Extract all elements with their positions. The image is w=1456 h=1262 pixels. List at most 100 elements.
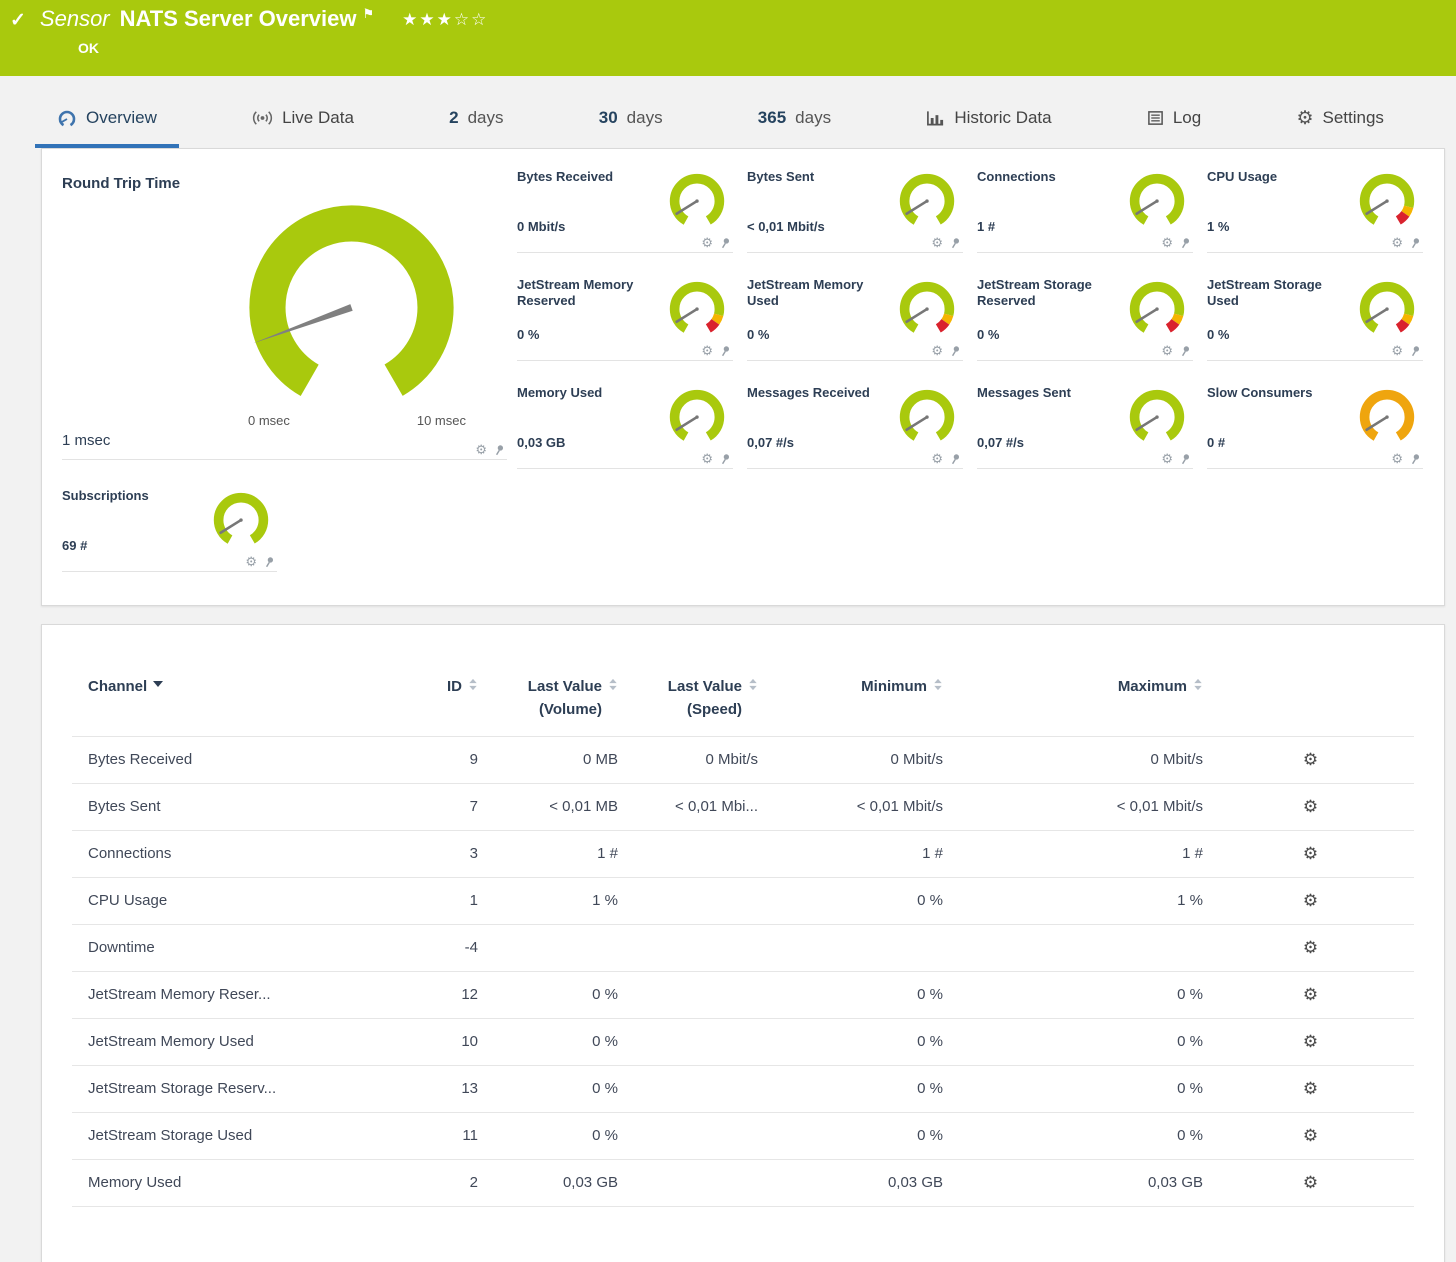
sort-icon[interactable] [748, 678, 758, 691]
table-row[interactable]: JetStream Storage Reserv... 13 0 % 0 % 0… [72, 1065, 1414, 1112]
channel-settings-gear-icon[interactable]: ⚙ [1303, 844, 1318, 863]
tab-historic-data[interactable]: Historic Data [904, 94, 1073, 148]
gauge-bytes-received[interactable]: Bytes Received 0 Mbit/s ⚙ [517, 165, 733, 253]
gauge-subscriptions[interactable]: Subscriptions 69 # ⚙ [62, 484, 277, 572]
pin-icon[interactable] [949, 237, 961, 249]
gauge-jetstream-storage-used[interactable]: JetStream Storage Used 0 % ⚙ [1207, 273, 1423, 361]
column-header-last-value-volume[interactable]: Last Value (Volume) [482, 669, 622, 736]
channel-settings-gear-icon[interactable]: ⚙ [1303, 750, 1318, 769]
channel-settings-gear-icon[interactable]: ⚙ [1303, 985, 1318, 1004]
gauge-cpu-usage[interactable]: CPU Usage 1 % ⚙ [1207, 165, 1423, 253]
table-row[interactable]: CPU Usage 1 1 % 0 % 1 % ⚙ [72, 877, 1414, 924]
channel-name[interactable]: JetStream Storage Used [72, 1112, 372, 1159]
channel-name[interactable]: Downtime [72, 924, 372, 971]
channel-name[interactable]: Bytes Received [72, 736, 372, 783]
channel-id: 12 [372, 971, 482, 1018]
gauge-value: 0,03 GB [517, 435, 565, 450]
table-row[interactable]: Memory Used 2 0,03 GB 0,03 GB 0,03 GB ⚙ [72, 1159, 1414, 1206]
gauge-memory-used[interactable]: Memory Used 0,03 GB ⚙ [517, 381, 733, 469]
table-row[interactable]: JetStream Storage Used 11 0 % 0 % 0 % ⚙ [72, 1112, 1414, 1159]
pin-icon[interactable] [949, 453, 961, 465]
column-header-maximum[interactable]: Maximum [947, 669, 1207, 736]
pin-icon[interactable] [719, 237, 731, 249]
priority-stars[interactable]: ★★★☆☆ [402, 10, 488, 30]
gauge-settings-gear-icon[interactable]: ⚙ [1391, 236, 1403, 249]
gauge-settings-gear-icon[interactable]: ⚙ [1161, 236, 1173, 249]
gauge-settings-gear-icon[interactable]: ⚙ [1161, 452, 1173, 465]
table-row[interactable]: Downtime -4 ⚙ [72, 924, 1414, 971]
pin-icon[interactable] [1409, 453, 1421, 465]
table-row[interactable]: JetStream Memory Used 10 0 % 0 % 0 % ⚙ [72, 1018, 1414, 1065]
channel-name[interactable]: Bytes Sent [72, 783, 372, 830]
pin-icon[interactable] [1409, 345, 1421, 357]
channel-settings-gear-icon[interactable]: ⚙ [1303, 891, 1318, 910]
gauge-jetstream-storage-reserved[interactable]: JetStream Storage Reserved 0 % ⚙ [977, 273, 1193, 361]
tab-log[interactable]: Log [1125, 94, 1223, 148]
gauge-label: Messages Sent [977, 381, 1127, 401]
gauge-settings-gear-icon[interactable]: ⚙ [701, 236, 713, 249]
gauge-messages-sent[interactable]: Messages Sent 0,07 #/s ⚙ [977, 381, 1193, 469]
pin-icon[interactable] [719, 345, 731, 357]
tab-30-days[interactable]: 30 days [577, 94, 685, 148]
gauge-bytes-sent[interactable]: Bytes Sent < 0,01 Mbit/s ⚙ [747, 165, 963, 253]
gauge-settings-gear-icon[interactable]: ⚙ [931, 236, 943, 249]
pin-icon[interactable] [949, 345, 961, 357]
channel-settings-gear-icon[interactable]: ⚙ [1303, 797, 1318, 816]
last-value-speed [622, 877, 762, 924]
pin-icon[interactable] [719, 453, 731, 465]
gauge-jetstream-memory-used[interactable]: JetStream Memory Used 0 % ⚙ [747, 273, 963, 361]
channel-settings-gear-icon[interactable]: ⚙ [1303, 938, 1318, 957]
gauge-slow-consumers[interactable]: Slow Consumers 0 # ⚙ [1207, 381, 1423, 469]
gauge-settings-gear-icon[interactable]: ⚙ [931, 344, 943, 357]
maximum-value: 1 # [947, 830, 1207, 877]
channel-name[interactable]: Connections [72, 830, 372, 877]
channel-name[interactable]: JetStream Memory Reser... [72, 971, 372, 1018]
tab-2-days[interactable]: 2 days [427, 94, 525, 148]
gauge-settings-gear-icon[interactable]: ⚙ [1391, 452, 1403, 465]
pin-icon[interactable] [493, 444, 505, 456]
tab-live-data[interactable]: Live Data [230, 94, 376, 148]
gauge-messages-received[interactable]: Messages Received 0,07 #/s ⚙ [747, 381, 963, 469]
pin-icon[interactable] [1179, 345, 1191, 357]
tab-365-days[interactable]: 365 days [736, 94, 853, 148]
channel-name[interactable]: CPU Usage [72, 877, 372, 924]
channel-name[interactable]: JetStream Storage Reserv... [72, 1065, 372, 1112]
channel-settings-gear-icon[interactable]: ⚙ [1303, 1126, 1318, 1145]
flag-icon[interactable]: ⚑ [362, 6, 374, 22]
gauge-settings-gear-icon[interactable]: ⚙ [475, 443, 487, 456]
channel-name[interactable]: Memory Used [72, 1159, 372, 1206]
gauge-dial [1125, 387, 1189, 445]
pin-icon[interactable] [1179, 237, 1191, 249]
gauge-jetstream-memory-reserved[interactable]: JetStream Memory Reserved 0 % ⚙ [517, 273, 733, 361]
pin-icon[interactable] [263, 556, 275, 568]
round-trip-time-gauge[interactable]: Round Trip Time 0 msec 10 msec 1 msec ⚙ [62, 165, 507, 460]
column-header-last-value-speed[interactable]: Last Value (Speed) [622, 669, 762, 736]
gauge-settings-gear-icon[interactable]: ⚙ [1161, 344, 1173, 357]
gauge-settings-gear-icon[interactable]: ⚙ [701, 452, 713, 465]
gauge-connections[interactable]: Connections 1 # ⚙ [977, 165, 1193, 253]
sort-icon[interactable] [933, 678, 943, 691]
column-label: Minimum [861, 675, 927, 698]
sort-icon[interactable] [1193, 678, 1203, 691]
pin-icon[interactable] [1409, 237, 1421, 249]
table-row[interactable]: Bytes Received 9 0 MB 0 Mbit/s 0 Mbit/s … [72, 736, 1414, 783]
tab-overview[interactable]: Overview [35, 94, 179, 148]
tab-settings[interactable]: ⚙ Settings [1274, 94, 1405, 148]
sort-icon[interactable] [468, 678, 478, 691]
channel-settings-gear-icon[interactable]: ⚙ [1303, 1173, 1318, 1192]
column-header-minimum[interactable]: Minimum [762, 669, 947, 736]
sort-icon[interactable] [608, 678, 618, 691]
column-header-channel[interactable]: Channel [72, 669, 372, 736]
gauge-settings-gear-icon[interactable]: ⚙ [245, 555, 257, 568]
gauge-settings-gear-icon[interactable]: ⚙ [931, 452, 943, 465]
gauge-settings-gear-icon[interactable]: ⚙ [701, 344, 713, 357]
channel-name[interactable]: JetStream Memory Used [72, 1018, 372, 1065]
table-row[interactable]: JetStream Memory Reser... 12 0 % 0 % 0 %… [72, 971, 1414, 1018]
channel-settings-gear-icon[interactable]: ⚙ [1303, 1032, 1318, 1051]
channel-settings-gear-icon[interactable]: ⚙ [1303, 1079, 1318, 1098]
table-row[interactable]: Connections 3 1 # 1 # 1 # ⚙ [72, 830, 1414, 877]
table-row[interactable]: Bytes Sent 7 < 0,01 MB < 0,01 Mbi... < 0… [72, 783, 1414, 830]
pin-icon[interactable] [1179, 453, 1191, 465]
column-header-id[interactable]: ID [372, 669, 482, 736]
gauge-settings-gear-icon[interactable]: ⚙ [1391, 344, 1403, 357]
